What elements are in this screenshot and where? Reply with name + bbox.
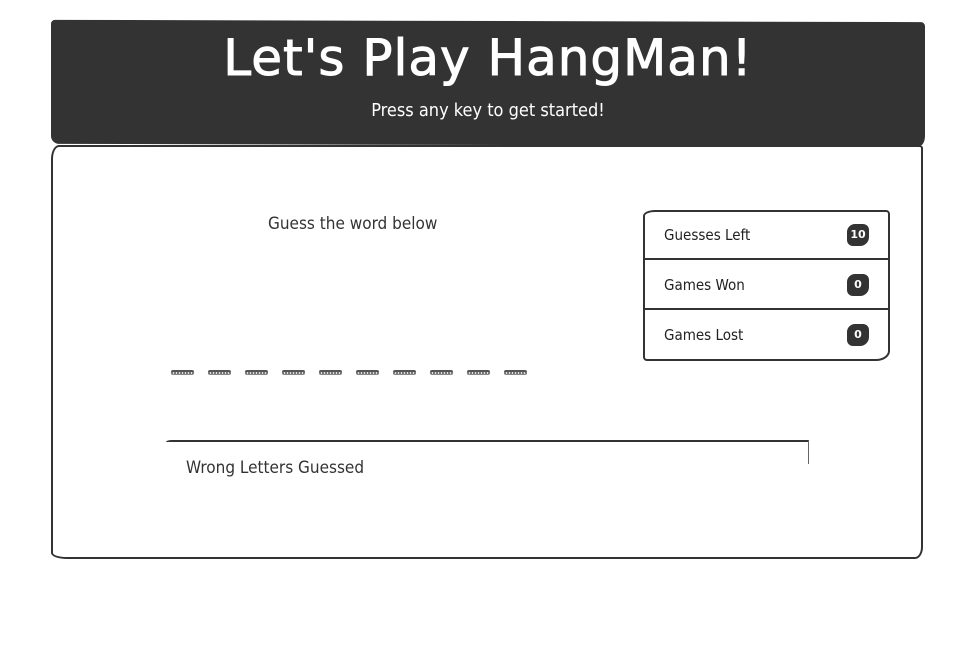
wrong-letters-label: Wrong Letters Guessed	[186, 458, 365, 478]
letter-blank	[356, 370, 379, 375]
guesses-left-label: Guesses Left	[664, 226, 751, 244]
stat-row-games-lost: Games Lost 0	[645, 312, 888, 360]
games-lost-badge: 0	[847, 324, 869, 346]
letter-blank	[171, 370, 194, 375]
word-blanks	[171, 366, 527, 378]
letter-blank	[282, 370, 305, 375]
games-lost-label: Games Lost	[664, 326, 744, 344]
letter-blank	[208, 370, 231, 375]
guess-prompt: Guess the word below	[268, 214, 438, 234]
stat-row-guesses-left: Guesses Left 10	[645, 212, 888, 260]
stat-row-games-won: Games Won 0	[645, 262, 888, 310]
guesses-left-badge: 10	[847, 224, 869, 246]
letter-blank	[245, 370, 268, 375]
letter-blank	[319, 370, 342, 375]
letter-blank	[467, 370, 490, 375]
letter-blank	[393, 370, 416, 375]
letter-blank	[430, 370, 453, 375]
page-title: Let's Play HangMan!	[223, 29, 753, 88]
page-subtitle: Press any key to get started!	[371, 100, 605, 121]
games-won-badge: 0	[847, 274, 869, 296]
hangman-page: Let's Play HangMan! Press any key to get…	[0, 0, 974, 651]
games-won-label: Games Won	[664, 276, 745, 294]
letter-blank	[504, 370, 527, 375]
stats-list: Guesses Left 10 Games Won 0 Games Lost 0	[643, 210, 890, 361]
